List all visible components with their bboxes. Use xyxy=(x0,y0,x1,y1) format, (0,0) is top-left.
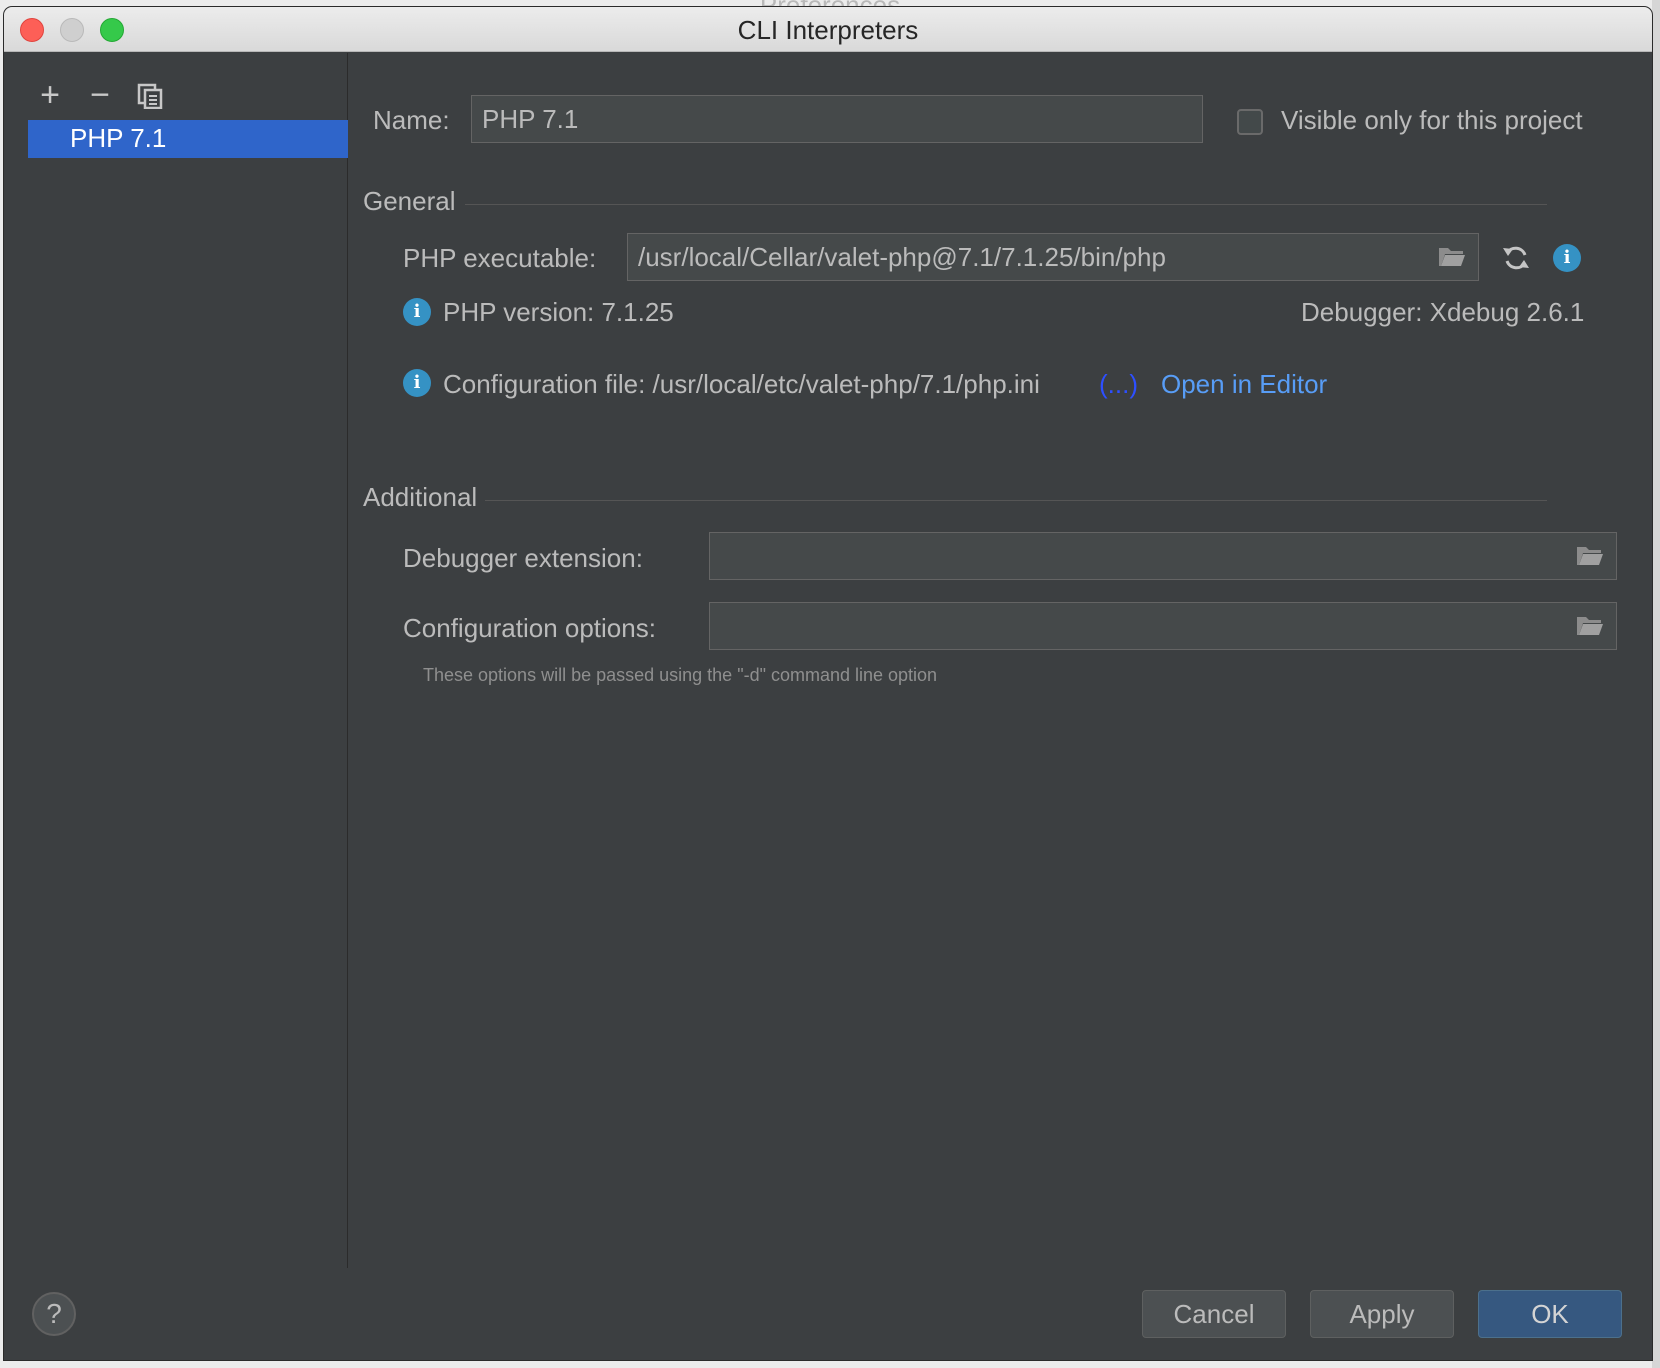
refresh-icon[interactable] xyxy=(1501,243,1531,273)
copy-interpreter-button[interactable] xyxy=(132,77,168,113)
config-file-text: Configuration file: /usr/local/etc/valet… xyxy=(443,369,1040,399)
help-icon: ? xyxy=(46,1298,62,1329)
php-version-text: PHP version: 7.1.25 xyxy=(443,297,674,327)
folder-open-icon[interactable] xyxy=(1576,614,1604,636)
php-executable-input[interactable]: /usr/local/Cellar/valet-php@7.1/7.1.25/b… xyxy=(627,233,1479,281)
debugger-extension-input[interactable] xyxy=(709,532,1617,580)
configuration-options-label: Configuration options: xyxy=(403,613,656,643)
remove-interpreter-button[interactable]: − xyxy=(82,77,118,113)
background-window-edge xyxy=(1652,0,1660,1368)
folder-open-icon[interactable] xyxy=(1438,245,1466,267)
apply-button[interactable]: Apply xyxy=(1310,1290,1454,1338)
visible-only-checkbox[interactable] xyxy=(1237,109,1263,135)
cancel-button[interactable]: Cancel xyxy=(1142,1290,1286,1338)
interpreter-settings-panel: Name: PHP 7.1 Visible only for this proj… xyxy=(349,53,1652,1268)
php-executable-label: PHP executable: xyxy=(403,243,597,273)
open-in-editor-link[interactable]: Open in Editor xyxy=(1161,369,1327,400)
minus-icon: − xyxy=(90,76,110,114)
general-divider xyxy=(465,204,1547,205)
help-button[interactable]: ? xyxy=(32,1292,76,1336)
folder-open-icon[interactable] xyxy=(1576,544,1604,566)
copy-icon xyxy=(137,83,163,110)
add-interpreter-button[interactable]: + xyxy=(32,77,68,113)
general-section-header: General xyxy=(363,186,456,216)
configuration-options-hint: These options will be passed using the "… xyxy=(423,665,938,685)
php-executable-value: /usr/local/Cellar/valet-php@7.1/7.1.25/b… xyxy=(638,242,1166,272)
config-file-info-icon: i xyxy=(403,369,431,397)
dialog-title: CLI Interpreters xyxy=(737,15,919,45)
debugger-extension-label: Debugger extension: xyxy=(403,543,643,573)
plus-icon: + xyxy=(40,76,60,114)
interpreter-item-label: PHP 7.1 xyxy=(70,123,167,153)
additional-divider xyxy=(485,500,1547,501)
php-version-info-icon: i xyxy=(403,298,431,326)
name-input[interactable]: PHP 7.1 xyxy=(471,95,1203,143)
config-file-more-link[interactable]: (...) xyxy=(1099,369,1138,400)
ok-button[interactable]: OK xyxy=(1478,1290,1622,1338)
title-bar: CLI Interpreters xyxy=(4,7,1652,52)
info-icon[interactable]: i xyxy=(1553,244,1581,272)
name-input-value: PHP 7.1 xyxy=(482,104,579,134)
debugger-text: Debugger: Xdebug 2.6.1 xyxy=(1301,297,1585,327)
additional-section-header: Additional xyxy=(363,482,478,512)
configuration-options-input[interactable] xyxy=(709,602,1617,650)
name-label: Name: xyxy=(373,105,450,135)
cli-interpreters-dialog: CLI Interpreters + − PHP 7.1 Name: PHP 7… xyxy=(4,7,1652,1360)
interpreter-list-panel: + − PHP 7.1 xyxy=(4,53,348,1268)
visible-only-label[interactable]: Visible only for this project xyxy=(1281,105,1583,136)
interpreter-list-item[interactable]: PHP 7.1 xyxy=(28,120,348,158)
